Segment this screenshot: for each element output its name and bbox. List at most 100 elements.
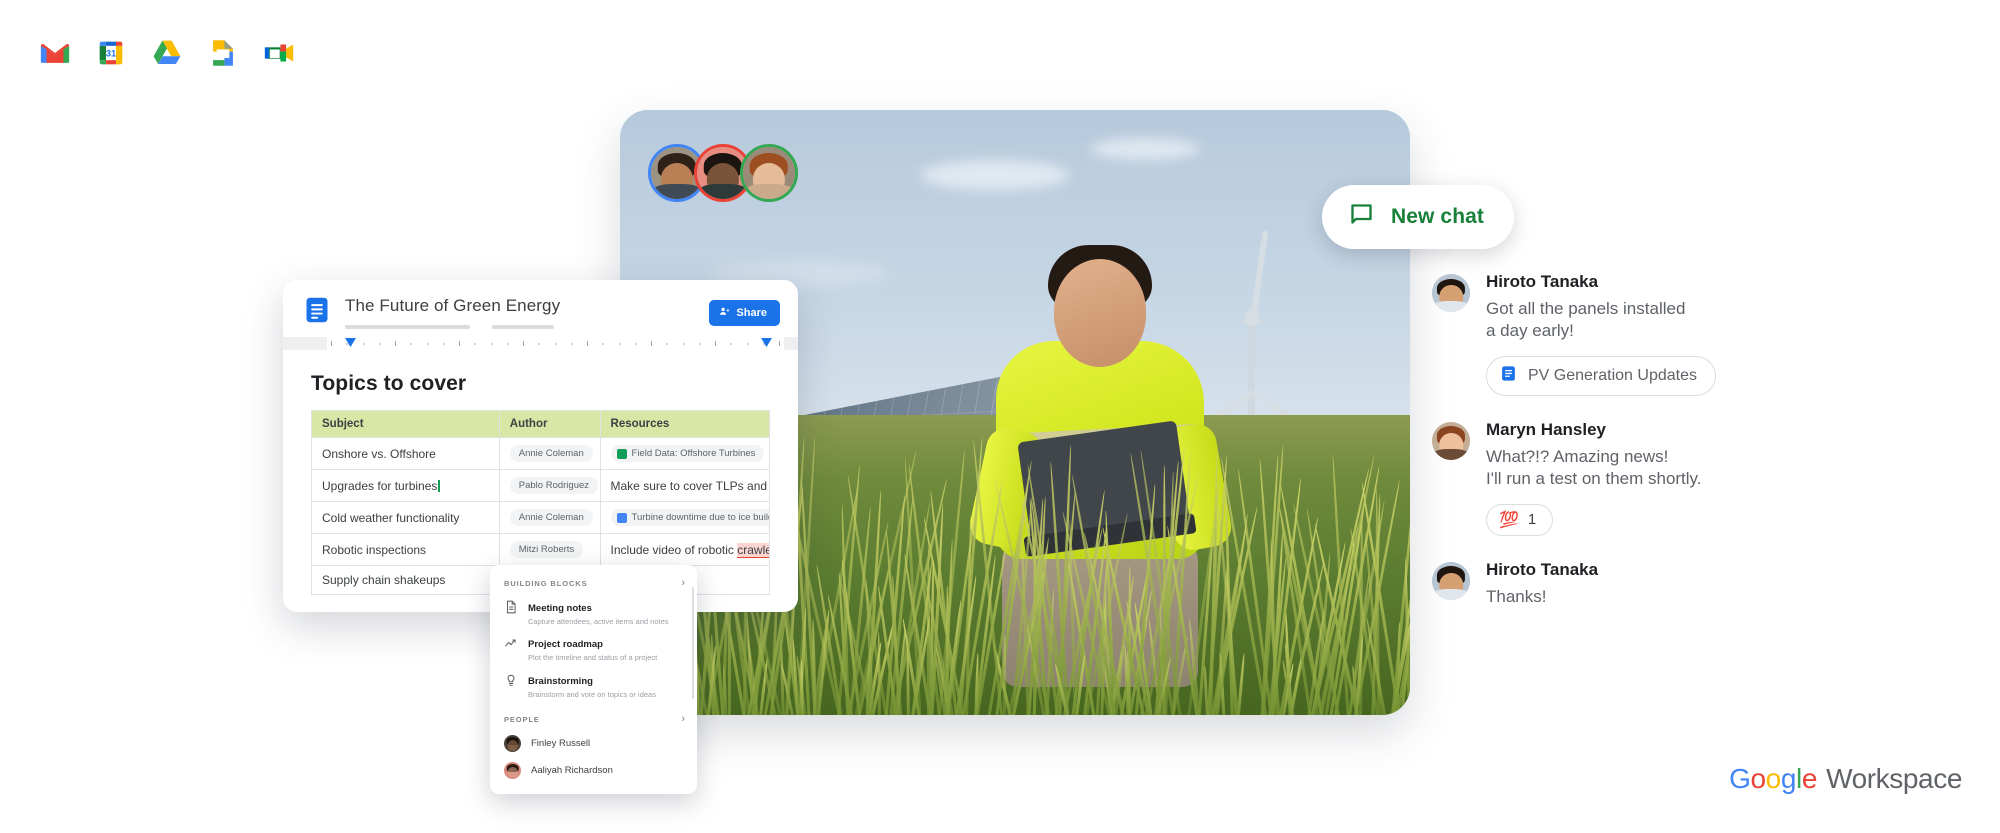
chat-message: Hiroto Tanaka Thanks! bbox=[1432, 560, 1912, 608]
google-docs-card[interactable]: The Future of Green Energy Share Topics … bbox=[283, 280, 798, 612]
sheets-icon bbox=[616, 448, 627, 459]
menu-item-subtitle: Brainstorm and vote on topics or ideas bbox=[528, 689, 656, 699]
text-cursor bbox=[438, 479, 440, 492]
reaction-emoji: 💯 bbox=[1499, 511, 1519, 529]
chat-text: Got all the panels installed a day early… bbox=[1486, 299, 1686, 341]
table-row[interactable]: Robotic inspections Mitzi Roberts Includ… bbox=[311, 533, 771, 566]
docs-header: The Future of Green Energy Share bbox=[283, 280, 798, 337]
table-row[interactable]: Cold weather functionality Annie Coleman… bbox=[311, 501, 771, 534]
author-chip[interactable]: Annie Coleman bbox=[509, 509, 593, 526]
menu-section-people: PEOPLE › bbox=[490, 709, 697, 730]
cell-subject: Upgrades for turbines bbox=[311, 469, 500, 502]
chat-text: Thanks! bbox=[1486, 586, 1547, 606]
menu-item-subtitle: Capture attendees, active items and note… bbox=[528, 617, 669, 626]
author-chip[interactable]: Pablo Rodriguez bbox=[509, 477, 599, 494]
workspace-wordmark: Workspace bbox=[1826, 763, 1962, 794]
avatar[interactable] bbox=[1432, 561, 1470, 600]
doc-chip[interactable]: PV Generation Updates bbox=[1486, 355, 1716, 396]
table-row[interactable]: Onshore vs. Offshore Annie Coleman Field… bbox=[311, 437, 771, 470]
lightbulb-icon bbox=[504, 673, 518, 687]
menu-item-title: Meeting notes bbox=[528, 603, 592, 614]
reaction-chip[interactable]: 💯 1 bbox=[1486, 503, 1554, 536]
menu-item-project-roadmap[interactable]: Project roadmap Plot the timeline and st… bbox=[490, 630, 697, 666]
menu-person-aaliyah-richardson[interactable]: Aaliyah Richardson bbox=[490, 757, 697, 784]
cell-subject: Supply chain shakeups bbox=[311, 565, 500, 595]
menu-person-finley-russell[interactable]: Finley Russell bbox=[490, 730, 697, 757]
chat-message: Maryn Hansley What?!? Amazing news! I'll… bbox=[1432, 420, 1912, 536]
menu-section-building-blocks: BUILDING BLOCKS › bbox=[490, 573, 697, 594]
menu-item-title: Brainstorming bbox=[528, 675, 593, 687]
at-mention-menu[interactable]: BUILDING BLOCKS › Meeting notes Capture … bbox=[490, 565, 697, 795]
cell-author: Annie Coleman bbox=[498, 501, 601, 534]
new-chat-label: New chat bbox=[1391, 205, 1484, 228]
sheets-chip[interactable]: Field Data: Offshore Turbines bbox=[610, 445, 765, 462]
chat-author: Maryn Hansley bbox=[1486, 419, 1606, 439]
new-chat-button[interactable]: New chat bbox=[1322, 185, 1514, 249]
column-header-author: Author bbox=[498, 410, 601, 438]
chat-message: Hiroto Tanaka Got all the panels install… bbox=[1432, 272, 1912, 396]
app-icon-row: 31 bbox=[38, 36, 296, 70]
menu-item-meeting-notes[interactable]: Meeting notes Capture attendees, active … bbox=[490, 594, 697, 630]
chat-author: Hiroto Tanaka bbox=[1486, 559, 1599, 579]
menu-item-brainstorming[interactable]: Brainstorming Brainstorm and vote on top… bbox=[490, 667, 697, 703]
chat-text: What?!? Amazing news! I'll run a test on… bbox=[1486, 446, 1702, 489]
google-wordmark: Google bbox=[1729, 763, 1818, 794]
avatar[interactable] bbox=[1432, 274, 1470, 312]
author-chip[interactable]: Mitzi Roberts bbox=[509, 541, 584, 558]
participant-avatars bbox=[648, 144, 798, 202]
cell-subject: Robotic inspections bbox=[311, 533, 500, 566]
ruler-ticks bbox=[331, 341, 780, 347]
slides-chip-label: Turbine downtime due to ice build up bbox=[631, 512, 769, 523]
docs-icon bbox=[303, 296, 331, 329]
menu-scrollbar[interactable] bbox=[691, 587, 694, 699]
chevron-right-icon[interactable]: › bbox=[681, 714, 685, 725]
slides-icon bbox=[616, 512, 627, 523]
chat-bubble-icon bbox=[1348, 201, 1375, 233]
drive-icon[interactable] bbox=[150, 36, 184, 70]
grass-blade bbox=[1002, 635, 1007, 715]
cell-resources: Turbine downtime due to ice build up bbox=[599, 501, 771, 534]
column-header-subject: Subject bbox=[311, 410, 500, 438]
person-add-icon bbox=[719, 306, 730, 320]
calendar-icon[interactable]: 31 bbox=[94, 36, 128, 70]
chevron-right-icon[interactable]: › bbox=[681, 578, 685, 589]
menu-item-subtitle: Plot the timeline and status of a projec… bbox=[528, 653, 658, 663]
highlighted-text: crawler perform bbox=[737, 542, 769, 558]
cell-author: Mitzi Roberts bbox=[498, 533, 601, 566]
chat-author: Hiroto Tanaka bbox=[1486, 272, 1599, 291]
document-heading: Topics to cover bbox=[311, 372, 467, 395]
reaction-count: 1 bbox=[1527, 511, 1537, 529]
avatar bbox=[504, 735, 521, 753]
page-root: 31 New chat Hiroto Tanaka Got all the pa… bbox=[0, 0, 2000, 833]
cell-resources: Field Data: Offshore Turbines bbox=[599, 437, 771, 470]
author-chip[interactable]: Annie Coleman bbox=[509, 445, 593, 462]
avatar bbox=[504, 762, 521, 780]
avatar[interactable] bbox=[740, 144, 798, 202]
table-header-row: Subject Author Resources bbox=[311, 410, 771, 438]
cell-subject: Cold weather functionality bbox=[311, 501, 500, 534]
menu-item-title: Project roadmap bbox=[528, 639, 603, 651]
google-workspace-logo: Google Workspace bbox=[1729, 763, 1962, 795]
gmail-icon[interactable] bbox=[38, 36, 72, 70]
chat-message-list: Hiroto Tanaka Got all the panels install… bbox=[1432, 272, 1912, 632]
cell-author: Pablo Rodriguez bbox=[498, 469, 601, 502]
trending-up-icon bbox=[504, 636, 518, 650]
document-title[interactable]: The Future of Green Energy bbox=[345, 296, 709, 316]
document-ruler bbox=[283, 337, 798, 350]
section-label: PEOPLE bbox=[504, 715, 540, 725]
slides-chip[interactable]: Turbine downtime due to ice build up bbox=[610, 509, 769, 526]
resource-text: Include video of robotic bbox=[610, 542, 738, 557]
doc-chip-label: PV Generation Updates bbox=[1528, 366, 1697, 384]
share-button[interactable]: Share bbox=[709, 299, 780, 326]
slides-icon[interactable] bbox=[206, 36, 240, 70]
table-row[interactable]: Upgrades for turbines Pablo Rodriguez Ma… bbox=[311, 469, 771, 502]
column-header-resources: Resources bbox=[599, 410, 771, 438]
section-label: BUILDING BLOCKS bbox=[504, 579, 588, 588]
share-label: Share bbox=[736, 306, 767, 319]
cloud bbox=[1090, 138, 1200, 160]
avatar[interactable] bbox=[1432, 421, 1470, 460]
person-name: Aaliyah Richardson bbox=[531, 765, 613, 777]
meet-icon[interactable] bbox=[262, 36, 296, 70]
docs-icon bbox=[1500, 365, 1517, 387]
cell-resources: Include video of robotic crawler perform bbox=[599, 533, 771, 566]
